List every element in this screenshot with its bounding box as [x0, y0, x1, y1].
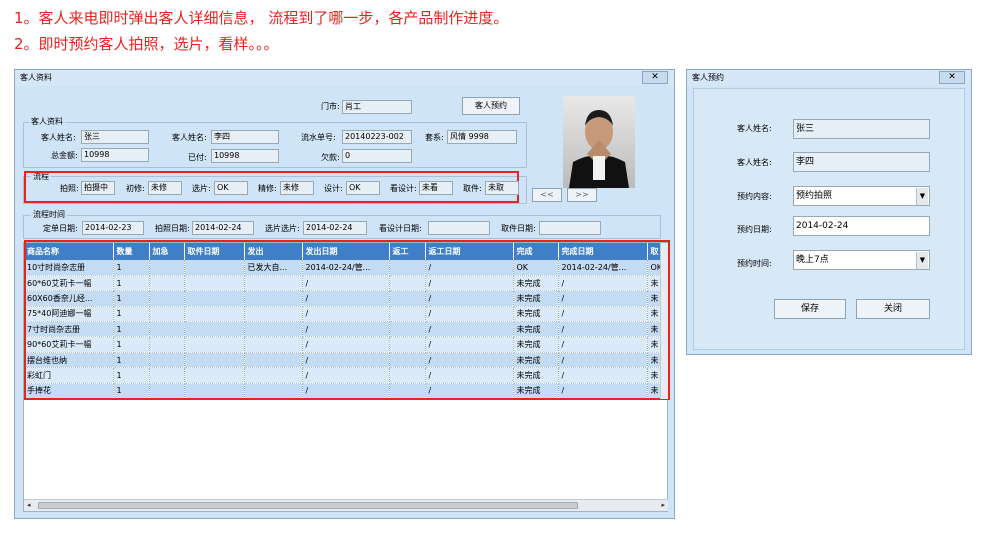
res-content-value: 预约拍照	[796, 191, 833, 201]
process-design-field[interactable]: OK	[346, 181, 380, 195]
serial-field[interactable]: 20140223-002	[342, 130, 412, 144]
shoot-date-field[interactable]: 2014-02-24	[192, 221, 254, 235]
window-title: 客人资料	[15, 70, 674, 86]
process-pickup-field[interactable]: 未取	[485, 181, 519, 195]
order-date-label: 定单日期:	[43, 224, 78, 233]
reserve-button[interactable]: 客人预约	[462, 97, 520, 115]
scroll-thumb[interactable]	[38, 502, 578, 509]
chevron-down-icon[interactable]: ▼	[916, 188, 928, 205]
paid-field[interactable]: 10998	[211, 149, 279, 163]
process-select-label: 选片:	[192, 184, 211, 193]
reservation-close-icon[interactable]: ✕	[939, 71, 965, 84]
photo-next-button[interactable]: >>	[567, 188, 597, 202]
res-name1-field[interactable]: 张三	[793, 119, 930, 139]
total-label: 总金额:	[51, 151, 78, 160]
chevron-down-icon[interactable]: ▼	[916, 252, 928, 269]
select-date-label: 选片选片:	[265, 224, 300, 233]
customer-name-label: 客人姓名:	[41, 133, 76, 142]
res-time-select[interactable]: 晚上7点 ▼	[793, 250, 930, 270]
paid-label: 已付:	[188, 153, 207, 162]
customer-info-window: 客人资料 ✕ 门市: 肖工 客人预约 客人资料 客人姓名: 张三 客人姓名: 李…	[14, 69, 675, 519]
owed-field[interactable]: 0	[342, 149, 412, 163]
reservation-window: 客人预约 ✕ 客人姓名: 张三 客人姓名: 李四 预约内容: 预约拍照 ▼ 预约…	[686, 69, 972, 355]
grid-highlight	[24, 240, 670, 400]
reservation-title: 客人预约	[687, 70, 971, 86]
res-content-label: 预约内容:	[737, 192, 772, 201]
shoot-date-label: 拍照日期:	[155, 224, 190, 233]
res-date-field[interactable]: 2014-02-24	[793, 216, 930, 236]
customer-name2-label: 客人姓名:	[172, 133, 207, 142]
res-name2-label: 客人姓名:	[737, 158, 772, 167]
res-name1-label: 客人姓名:	[737, 124, 772, 133]
res-time-label: 预约时间:	[737, 259, 772, 268]
res-name2-field[interactable]: 李四	[793, 152, 930, 172]
process-view-field[interactable]: 未看	[419, 181, 453, 195]
close-button[interactable]: 关闭	[856, 299, 930, 319]
caption-line-2: 2。即时预约客人拍照，选片，看样。。。	[14, 35, 279, 53]
process-design-label: 设计:	[324, 184, 343, 193]
close-icon[interactable]: ✕	[642, 71, 668, 84]
photo-prev-button[interactable]: <<	[532, 188, 562, 202]
res-time-value: 晚上7点	[796, 255, 829, 265]
total-field[interactable]: 10998	[81, 148, 149, 162]
owed-label: 欠款:	[321, 153, 340, 162]
save-button[interactable]: 保存	[774, 299, 846, 319]
res-date-label: 预约日期:	[737, 225, 772, 234]
process-photo-label: 拍照:	[60, 184, 79, 193]
customer-name-field[interactable]: 张三	[81, 130, 149, 144]
package-label: 套系:	[425, 133, 444, 142]
customer-photo	[563, 96, 635, 188]
vertical-scrollbar[interactable]	[660, 243, 668, 399]
process-retouch-field[interactable]: 未修	[148, 181, 182, 195]
pickup-date-label: 取件日期:	[501, 224, 536, 233]
process-select-field[interactable]: OK	[214, 181, 248, 195]
select-date-field[interactable]: 2014-02-24	[303, 221, 367, 235]
scroll-right-icon[interactable]: ▸	[661, 501, 665, 509]
pickup-date-field[interactable]	[539, 221, 601, 235]
horizontal-scrollbar[interactable]: ◂ ▸	[24, 499, 668, 511]
process-pickup-label: 取件:	[463, 184, 482, 193]
process-view-label: 看设计:	[390, 184, 417, 193]
package-field[interactable]: 风情 9998	[447, 130, 517, 144]
order-date-field[interactable]: 2014-02-23	[82, 221, 144, 235]
serial-label: 流水单号:	[301, 133, 336, 142]
portrait-image	[563, 96, 635, 188]
res-content-select[interactable]: 预约拍照 ▼	[793, 186, 930, 206]
store-field[interactable]: 肖工	[342, 100, 412, 114]
caption-line-1: 1。客人来电即时弹出客人详细信息， 流程到了哪一步，各产品制作进度。	[14, 9, 509, 27]
time-group-title: 流程时间	[31, 208, 67, 222]
process-photo-field[interactable]: 拍摄中	[81, 181, 115, 195]
design-date-label: 看设计日期:	[379, 224, 422, 233]
scroll-left-icon[interactable]: ◂	[27, 501, 31, 509]
design-date-field[interactable]	[428, 221, 490, 235]
process-fine-field[interactable]: 未修	[280, 181, 314, 195]
process-retouch-label: 初修:	[126, 184, 145, 193]
store-label: 门市:	[321, 102, 340, 111]
info-group-title: 客人资料	[29, 115, 65, 129]
customer-name2-field[interactable]: 李四	[211, 130, 279, 144]
process-fine-label: 精修:	[258, 184, 277, 193]
